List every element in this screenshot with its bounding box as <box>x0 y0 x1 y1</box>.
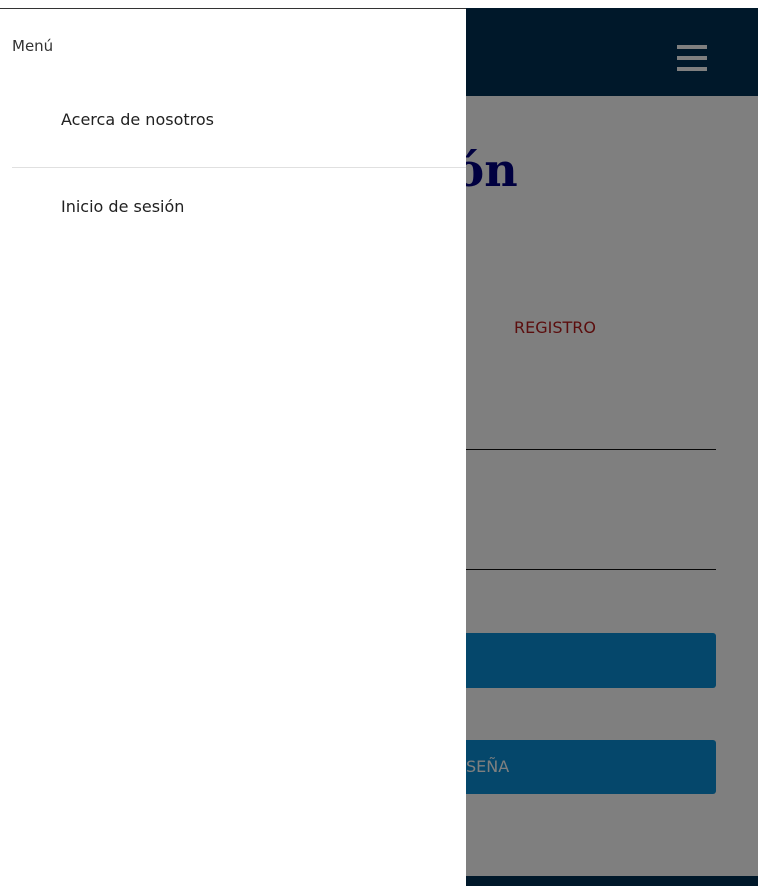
drawer-divider <box>12 167 466 168</box>
drawer-item-login[interactable]: Inicio de sesión <box>61 197 184 216</box>
side-drawer: Menú Acerca de nosotros Inicio de sesión <box>0 0 466 886</box>
page: sesión REGISTRO SEÑA Menú Acerca de noso… <box>0 0 758 886</box>
drawer-top-border <box>0 8 466 9</box>
drawer-title: Menú <box>12 37 54 55</box>
drawer-item-about-us[interactable]: Acerca de nosotros <box>61 110 214 129</box>
